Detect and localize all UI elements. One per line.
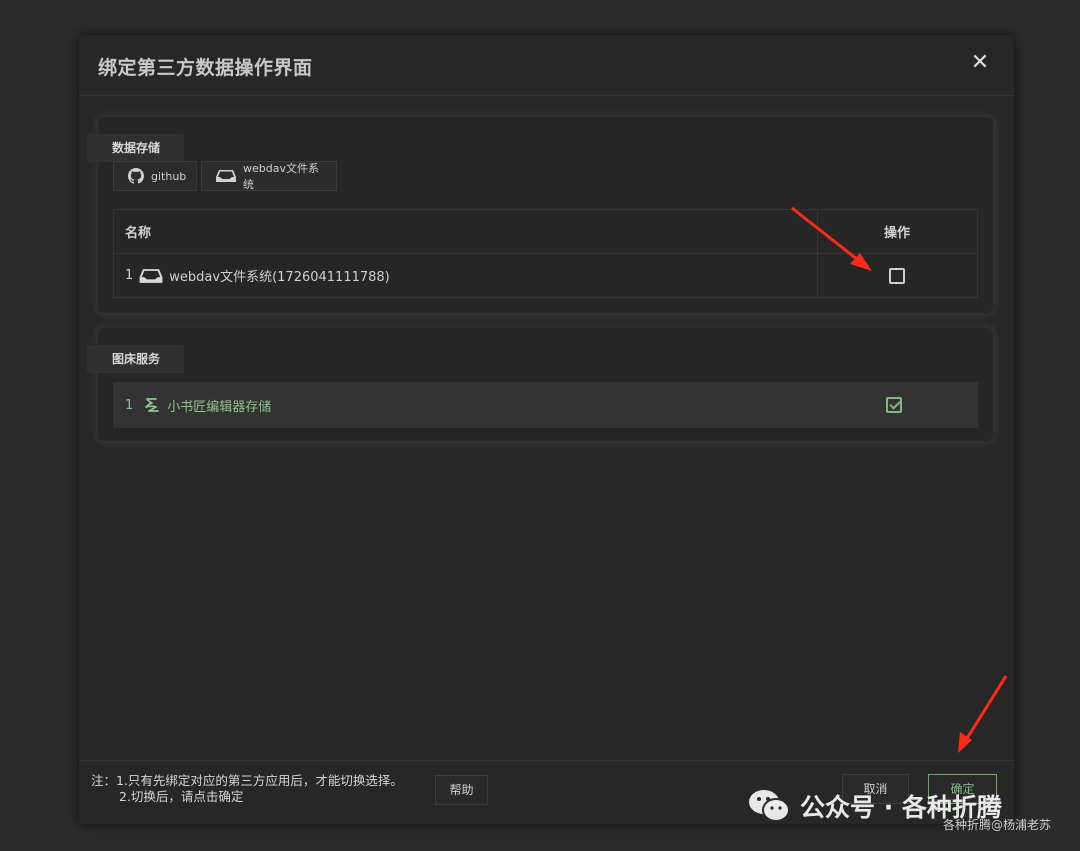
data-storage-panel: 数据存储 github webdav文件系统 名称 操作 1 webdav文件系…	[87, 117, 993, 313]
cloud-drive-icon	[139, 268, 163, 283]
column-header-action: 操作	[817, 209, 978, 254]
dialog-title: 绑定第三方数据操作界面	[98, 57, 313, 79]
table-row: 1 webdav文件系统(1726041111788)	[113, 253, 978, 298]
checkbox-wrapper	[886, 397, 902, 413]
wechat-icon	[749, 790, 790, 822]
close-icon[interactable]: ✕	[968, 49, 992, 77]
image-hosting-panel: 图床服务 1 小书匠编辑器存储	[87, 328, 993, 441]
table-header-row: 名称 操作	[113, 209, 978, 254]
table-cell-name: 1 webdav文件系统(1726041111788)	[113, 253, 818, 298]
xiaoshujiang-logo-icon	[145, 398, 160, 412]
note-line-1: 注：1.只有先绑定对应的第三方应用后，才能切换选择。	[91, 773, 403, 788]
footer-note: 注：1.只有先绑定对应的第三方应用后，才能切换选择。 2.切换后，请点击确定	[91, 773, 403, 805]
github-source-label: github	[151, 169, 187, 183]
row-index: 1	[125, 268, 134, 283]
storage-name: webdav文件系统(1726041111788)	[169, 270, 390, 285]
list-item[interactable]: 1 小书匠编辑器存储	[113, 382, 978, 428]
column-header-name: 名称	[113, 209, 818, 254]
data-storage-label: 数据存储	[87, 134, 185, 162]
image-hosting-name: 小书匠编辑器存储	[167, 399, 272, 415]
bind-third-party-dialog: 绑定第三方数据操作界面 ✕ 数据存储 github webdav文件系统 名称 …	[79, 35, 1014, 824]
image-hosting-label: 图床服务	[87, 345, 185, 373]
image-hosting-select-checkbox[interactable]	[886, 397, 902, 413]
cloud-drive-icon	[216, 170, 236, 182]
note-line-2: 2.切换后，请点击确定	[119, 789, 244, 804]
row-index: 1	[125, 397, 134, 413]
row-content: 1 webdav文件系统(1726041111788)	[125, 266, 816, 285]
storage-table: 名称 操作 1 webdav文件系统(1726041111788)	[113, 209, 978, 298]
storage-select-checkbox[interactable]	[889, 267, 905, 284]
github-source-button[interactable]: github	[113, 161, 197, 191]
table-cell-action	[817, 253, 978, 298]
webdav-source-button[interactable]: webdav文件系统	[201, 161, 337, 191]
dialog-header: 绑定第三方数据操作界面 ✕	[79, 35, 1014, 96]
webdav-source-label: webdav文件系统	[243, 162, 319, 191]
credit-text: 各种折腾@杨浦老苏	[943, 818, 1052, 832]
github-icon	[128, 168, 144, 184]
help-button[interactable]: 帮助	[435, 775, 488, 805]
